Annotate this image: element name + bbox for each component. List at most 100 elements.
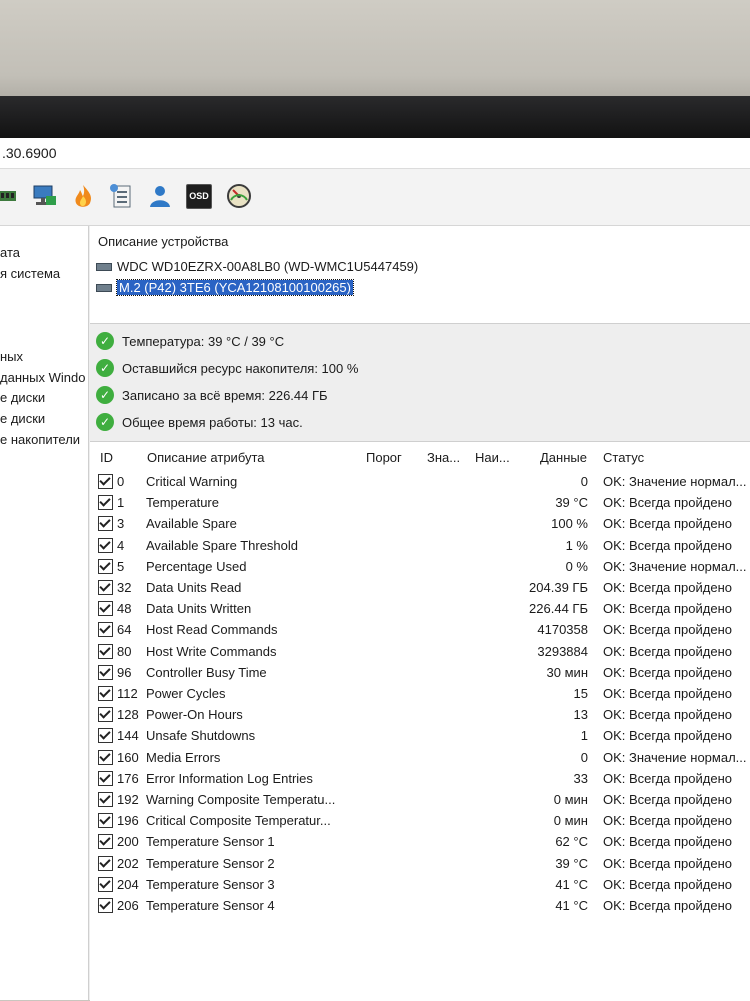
attribute-data: 3293884 xyxy=(537,643,588,659)
column-header-value[interactable]: Зна... xyxy=(427,450,460,465)
attribute-id: 1 xyxy=(117,495,125,511)
device-label: WDC WD10EZRX-00A8LB0 (WD-WMC1U5447459) xyxy=(117,259,419,274)
row-checkbox[interactable] xyxy=(98,537,113,553)
attribute-data: 62 °C xyxy=(555,834,588,850)
table-row[interactable]: 32 Data Units Read 204.39 ГБ OK: Всегда про… xyxy=(90,578,750,599)
row-checkbox[interactable] xyxy=(98,495,113,511)
table-row[interactable]: 202 Temperature Sensor 2 39 °C OK: Всегда п… xyxy=(90,854,750,875)
attribute-name: Temperature Sensor 2 xyxy=(146,855,275,871)
attribute-id: 0 xyxy=(117,474,125,489)
attribute-id: 3 xyxy=(117,516,125,532)
summary-power-on-time: ✓ Общее время работы: 13 час. xyxy=(96,413,303,431)
table-row[interactable]: 196 Critical Composite Temperatur... 0 мин… xyxy=(90,811,750,832)
column-header-data[interactable]: Данные xyxy=(540,450,587,465)
table-row[interactable]: 0 Critical Warning 0 OK: Значение нормал... xyxy=(90,472,750,493)
attribute-id: 4 xyxy=(117,537,125,553)
ok-check-icon: ✓ xyxy=(96,413,114,431)
column-header-status[interactable]: Статус xyxy=(603,450,644,465)
nav-item[interactable]: е диски xyxy=(0,411,45,426)
row-checkbox[interactable] xyxy=(98,749,113,765)
table-row[interactable]: 3 Available Spare 100 % OK: Всегда пройдено xyxy=(90,514,750,535)
summary-total-written: ✓ Записано за всё время: 226.44 ГБ xyxy=(96,386,328,404)
flame-icon[interactable] xyxy=(70,183,96,209)
attribute-data: 41 °C xyxy=(555,876,588,892)
attribute-id: 128 xyxy=(117,707,139,723)
column-header-id[interactable]: ID xyxy=(100,450,113,465)
task-icon[interactable] xyxy=(109,183,135,209)
table-row[interactable]: 192 Warning Composite Temperatu... 0 мин OK… xyxy=(90,790,750,811)
osd-label: OSD xyxy=(186,183,212,209)
network-icon[interactable] xyxy=(32,183,58,209)
row-checkbox[interactable] xyxy=(98,898,113,913)
nav-item[interactable]: ных xyxy=(0,349,23,364)
table-row[interactable]: 64 Host Read Commands 4170358 OK: Всегда пр… xyxy=(90,620,750,641)
attribute-name: Percentage Used xyxy=(146,558,247,574)
table-row[interactable]: 1 Temperature 39 °C OK: Всегда пройдено xyxy=(90,493,750,514)
table-row[interactable]: 5 Percentage Used 0 % OK: Значение нормал..… xyxy=(90,557,750,578)
row-checkbox[interactable] xyxy=(98,770,113,786)
row-checkbox[interactable] xyxy=(98,580,113,595)
table-row[interactable]: 204 Temperature Sensor 3 41 °C OK: Всегда п… xyxy=(90,875,750,896)
attribute-name: Temperature Sensor 4 xyxy=(146,898,275,913)
nav-item[interactable]: е диски xyxy=(0,390,45,405)
row-checkbox[interactable] xyxy=(98,474,113,489)
nav-item[interactable]: е накопители xyxy=(0,432,80,447)
row-checkbox[interactable] xyxy=(98,728,113,744)
row-checkbox[interactable] xyxy=(98,834,113,850)
attribute-status: OK: Всегда пройдено xyxy=(603,898,732,913)
attribute-id: 80 xyxy=(117,643,132,659)
ssd-icon xyxy=(96,283,112,292)
row-checkbox[interactable] xyxy=(98,855,113,871)
attribute-status: OK: Всегда пройдено xyxy=(603,516,732,532)
attribute-data: 13 xyxy=(573,707,588,723)
table-row[interactable]: 144 Unsafe Shutdowns 1 OK: Всегда пройдено xyxy=(90,726,750,747)
hdd-icon xyxy=(96,262,112,271)
column-header-worst[interactable]: Наи... xyxy=(475,450,510,465)
table-row[interactable]: 200 Temperature Sensor 1 62 °C OK: Всегда п… xyxy=(90,832,750,853)
row-checkbox[interactable] xyxy=(98,707,113,723)
table-row[interactable]: 96 Controller Busy Time 30 мин OK: Всегда п… xyxy=(90,663,750,684)
attribute-status: OK: Всегда пройдено xyxy=(603,707,732,723)
ok-check-icon: ✓ xyxy=(96,359,114,377)
attribute-id: 96 xyxy=(117,664,132,680)
table-row[interactable]: 48 Data Units Written 226.44 ГБ OK: Всегда … xyxy=(90,599,750,620)
row-checkbox[interactable] xyxy=(98,558,113,574)
device-item[interactable]: WDC WD10EZRX-00A8LB0 (WD-WMC1U5447459) xyxy=(96,259,418,274)
table-row[interactable]: 128 Power-On Hours 13 OK: Всегда пройдено xyxy=(90,705,750,726)
column-header-threshold[interactable]: Порог xyxy=(366,450,402,465)
attribute-status: OK: Всегда пройдено xyxy=(603,876,732,892)
nav-item[interactable]: ата xyxy=(0,245,20,260)
attribute-data: 0 мин xyxy=(553,792,588,807)
device-item-selected[interactable]: M.2 (P42) 3TE6 (YCA1210810010026​5) xyxy=(96,279,354,296)
attribute-id: 206 xyxy=(117,898,139,913)
table-row[interactable]: 160 Media Errors 0 OK: Значение нормал... xyxy=(90,748,750,769)
monitor-bezel xyxy=(0,96,750,140)
osd-icon[interactable]: OSD xyxy=(186,183,212,209)
gauge-icon[interactable] xyxy=(226,183,252,209)
attribute-status: OK: Всегда пройдено xyxy=(603,728,732,744)
table-row[interactable]: 4 Available Spare Threshold 1 % OK: Всегда … xyxy=(90,536,750,557)
attribute-id: 112 xyxy=(117,686,138,701)
row-checkbox[interactable] xyxy=(98,516,113,532)
row-checkbox[interactable] xyxy=(98,664,113,680)
row-checkbox[interactable] xyxy=(98,792,113,807)
attribute-name: Data Units Read xyxy=(146,580,242,595)
user-icon[interactable] xyxy=(147,183,173,209)
attribute-id: 32 xyxy=(117,580,132,595)
row-checkbox[interactable] xyxy=(98,876,113,892)
nav-item[interactable]: данных Windo xyxy=(0,370,85,385)
row-checkbox[interactable] xyxy=(98,643,113,659)
table-row[interactable]: 176 Error Information Log Entries 33 OK: Вс… xyxy=(90,769,750,790)
nav-item[interactable]: я система xyxy=(0,266,60,281)
attribute-data: 0 xyxy=(580,474,588,489)
row-checkbox[interactable] xyxy=(98,686,113,701)
row-checkbox[interactable] xyxy=(98,813,113,829)
row-checkbox[interactable] xyxy=(98,601,113,617)
row-checkbox[interactable] xyxy=(98,622,113,638)
attribute-name: Host Write Commands xyxy=(146,643,277,659)
column-header-name[interactable]: Описание атрибута xyxy=(147,450,265,465)
memory-icon[interactable] xyxy=(0,183,18,209)
table-row[interactable]: 206 Temperature Sensor 4 41 °C OK: Всегда п… xyxy=(90,896,750,917)
table-row[interactable]: 80 Host Write Commands 3293884 OK: Всегда п… xyxy=(90,642,750,663)
table-row[interactable]: 112 Power Cycles 15 OK: Всегда пройдено xyxy=(90,684,750,705)
